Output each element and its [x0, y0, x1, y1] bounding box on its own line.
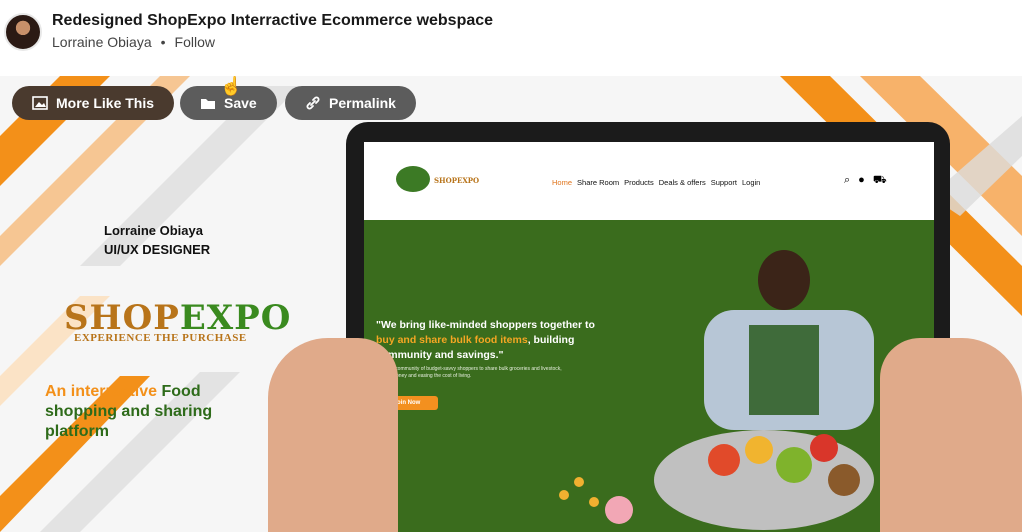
hero-quote: "We bring like-minded shoppers together …	[376, 319, 595, 361]
cart-icon: ⛟	[872, 174, 887, 186]
nav-support: Support	[710, 178, 737, 187]
hero-subtext: Join our community of budget-savvy shopp…	[376, 366, 562, 379]
folder-icon	[201, 99, 215, 109]
site-nav: SHOPEXPO Home Share Room Products Deals …	[364, 142, 934, 220]
mouse-cursor: ☝	[220, 76, 243, 96]
link-icon	[306, 96, 320, 110]
follow-link[interactable]: Follow	[175, 34, 215, 50]
more-like-this-label: More Like This	[56, 95, 155, 111]
nav-login: Login	[741, 178, 761, 187]
post-title: Redesigned ShopExpo Interractive Ecommer…	[52, 12, 494, 29]
designer-name: Lorraine Obiaya	[104, 223, 203, 238]
nav-deals: Deals & offers	[658, 178, 706, 187]
site-logo-text: SHOPEXPO	[434, 176, 480, 185]
designer-role: UI/UX DESIGNER	[104, 242, 211, 257]
site-logo-icon	[396, 166, 430, 192]
designer-credit: Lorraine Obiaya UI/UX DESIGNER	[104, 221, 210, 259]
project-image: More Like This Save Permalink Lorraine O…	[0, 76, 1022, 532]
profile-icon: ●	[858, 174, 865, 186]
more-like-this-button[interactable]: More Like This	[12, 86, 175, 120]
permalink-button[interactable]: Permalink	[285, 86, 416, 120]
author-avatar[interactable]	[4, 13, 42, 51]
right-hand	[880, 338, 1022, 532]
author-name[interactable]: Lorraine Obiaya	[52, 34, 152, 50]
byline: Lorraine Obiaya • Follow	[52, 34, 215, 50]
permalink-label: Permalink	[329, 95, 396, 111]
site-nav-links: Home Share Room Products Deals & offers …	[552, 178, 760, 187]
nav-share-room: Share Room	[577, 178, 620, 187]
project-tagline: An interractive Food shopping and sharin…	[45, 383, 213, 440]
nav-home: Home	[552, 178, 573, 187]
website-screen: SHOPEXPO Home Share Room Products Deals …	[364, 142, 934, 532]
save-label: Save	[224, 95, 257, 111]
byline-separator: •	[160, 34, 166, 50]
site-nav-icons: ⌕ ● ⛟	[844, 174, 887, 188]
post-header: Redesigned ShopExpo Interractive Ecommer…	[0, 0, 1022, 74]
left-hand	[268, 338, 398, 532]
search-icon: ⌕	[844, 174, 851, 186]
nav-products: Products	[624, 178, 654, 187]
logo-tagline: EXPERIENCE THE PURCHASE	[74, 332, 247, 344]
image-icon	[32, 96, 48, 110]
site-hero: "We bring like-minded shoppers together …	[364, 220, 934, 532]
